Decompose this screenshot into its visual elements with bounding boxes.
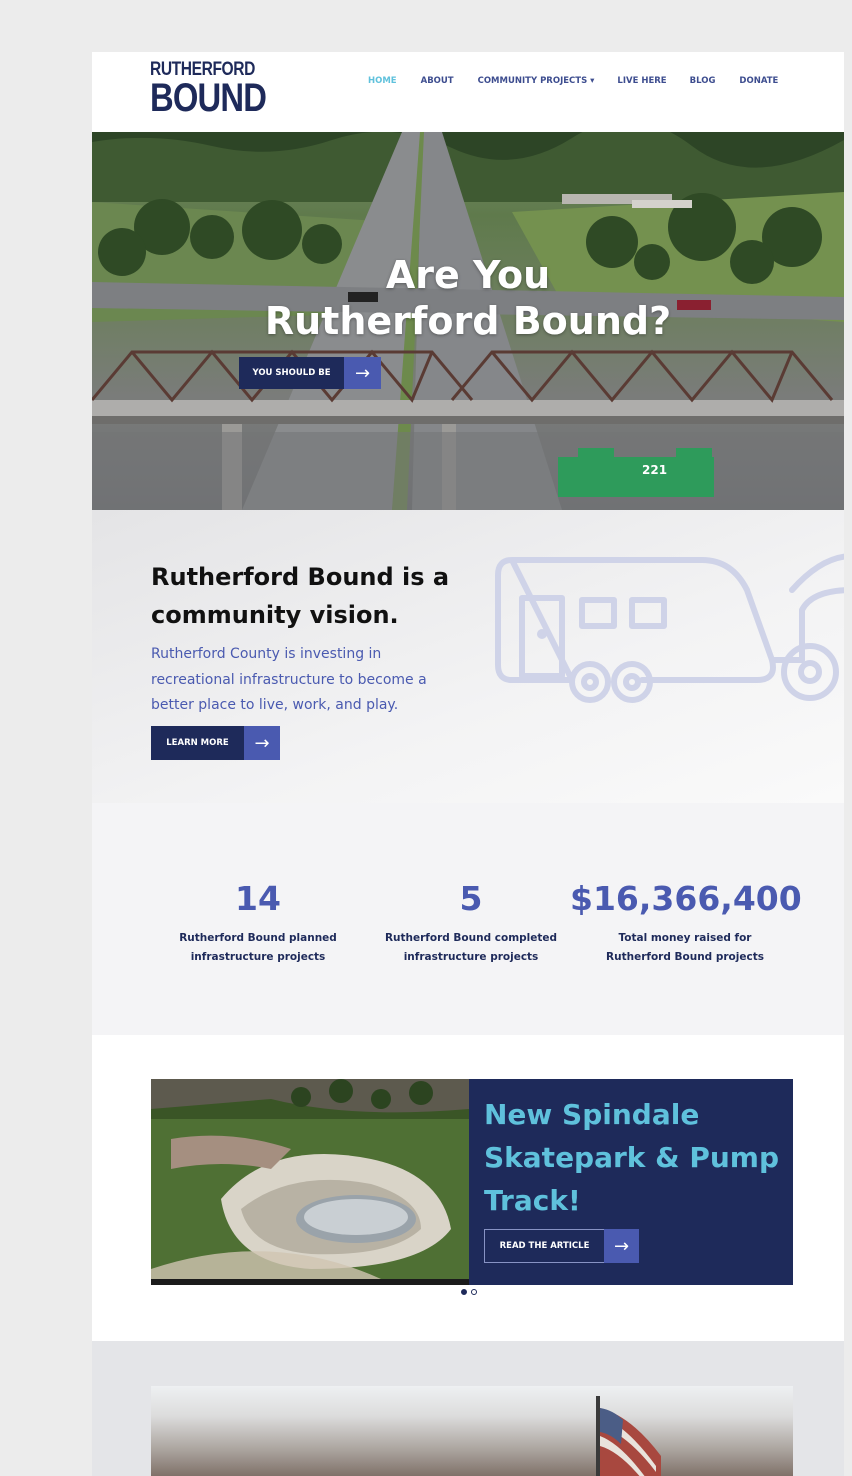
- featured-carousel: New Spindale Skatepark & Pump Track! REA…: [92, 1035, 844, 1341]
- stat-money-label: Total money raised for Rutherford Bound …: [570, 929, 800, 967]
- site-logo[interactable]: RUTHERFORD BOUND: [150, 60, 292, 118]
- you-should-be-button[interactable]: YOU SHOULD BE →: [239, 357, 381, 389]
- skatepark-rendering: [151, 1079, 469, 1285]
- stat-label-line: infrastructure projects: [403, 951, 539, 963]
- stat-planned-value: 14: [235, 879, 281, 918]
- read-the-article-label: READ THE ARTICLE: [484, 1229, 604, 1263]
- hero-title-line1: Are You: [385, 253, 551, 297]
- highway-sign-number: 221: [642, 463, 668, 477]
- vision-body: Rutherford County is investing in recrea…: [151, 646, 427, 713]
- stat-label-line: Total money raised for: [618, 932, 752, 944]
- camper-trailer-icon: [495, 553, 844, 703]
- you-should-be-label: YOU SHOULD BE: [239, 357, 344, 389]
- featured-slide: New Spindale Skatepark & Pump Track! REA…: [151, 1079, 793, 1285]
- skatepark-image: [151, 1079, 469, 1285]
- stat-completed: 5 Rutherford Bound completed infrastruct…: [371, 879, 571, 967]
- browser-frame: RUTHERFORD BOUND HOME ABOUT COMMUNITY PR…: [22, 4, 852, 1476]
- learn-more-button[interactable]: LEARN MORE →: [151, 726, 280, 760]
- nav-donate[interactable]: DONATE: [739, 76, 778, 86]
- vision-section: Rutherford Bound is a community vision. …: [92, 510, 844, 803]
- nav-blog[interactable]: BLOG: [690, 76, 716, 86]
- stat-completed-label: Rutherford Bound completed infrastructur…: [371, 929, 571, 967]
- nav-home[interactable]: HOME: [368, 76, 397, 86]
- carousel-dots: [461, 1289, 477, 1295]
- hero-title: Are You Rutherford Bound?: [92, 252, 844, 344]
- learn-more-label: LEARN MORE: [151, 726, 244, 760]
- nav-live-here[interactable]: LIVE HERE: [617, 76, 666, 86]
- nav-community-projects[interactable]: COMMUNITY PROJECTS ▾: [478, 76, 595, 86]
- logo-line2: BOUND: [150, 76, 267, 120]
- hero-title-line2: Rutherford Bound?: [264, 299, 672, 343]
- stat-planned-label: Rutherford Bound planned infrastructure …: [158, 929, 358, 967]
- american-flag-image: [596, 1396, 661, 1476]
- stat-label-line: Rutherford Bound completed: [384, 932, 558, 944]
- stat-money-value: $16,366,400: [570, 879, 802, 918]
- bottom-section: [92, 1341, 844, 1476]
- stats-section: 14 Rutherford Bound planned infrastructu…: [92, 803, 844, 1035]
- stat-completed-value: 5: [459, 879, 483, 918]
- carousel-dot-2[interactable]: [471, 1289, 477, 1295]
- vision-heading: Rutherford Bound is a community vision.: [151, 563, 450, 629]
- arrow-right-icon: →: [344, 357, 381, 389]
- stat-label-line: infrastructure projects: [190, 951, 326, 963]
- flag-photo: [151, 1386, 793, 1476]
- stat-money: $16,366,400 Total money raised for Ruthe…: [570, 879, 802, 967]
- site-header: RUTHERFORD BOUND HOME ABOUT COMMUNITY PR…: [92, 52, 844, 132]
- nav-about[interactable]: ABOUT: [421, 76, 454, 86]
- stat-label-line: Rutherford Bound planned: [179, 932, 337, 944]
- arrow-right-icon: →: [244, 726, 280, 760]
- web-page: RUTHERFORD BOUND HOME ABOUT COMMUNITY PR…: [92, 52, 844, 1476]
- main-nav: HOME ABOUT COMMUNITY PROJECTS ▾ LIVE HER…: [368, 76, 778, 86]
- carousel-dot-1[interactable]: [461, 1289, 467, 1295]
- stat-label-line: Rutherford Bound projects: [606, 951, 764, 963]
- arrow-right-icon: →: [604, 1229, 639, 1263]
- stat-planned: 14 Rutherford Bound planned infrastructu…: [158, 879, 358, 967]
- hero-banner: 221 Are You Rutherford Bound? YOU SHOULD…: [92, 132, 844, 510]
- featured-title: New Spindale Skatepark & Pump Track!: [484, 1098, 780, 1217]
- read-the-article-button[interactable]: READ THE ARTICLE →: [484, 1229, 639, 1263]
